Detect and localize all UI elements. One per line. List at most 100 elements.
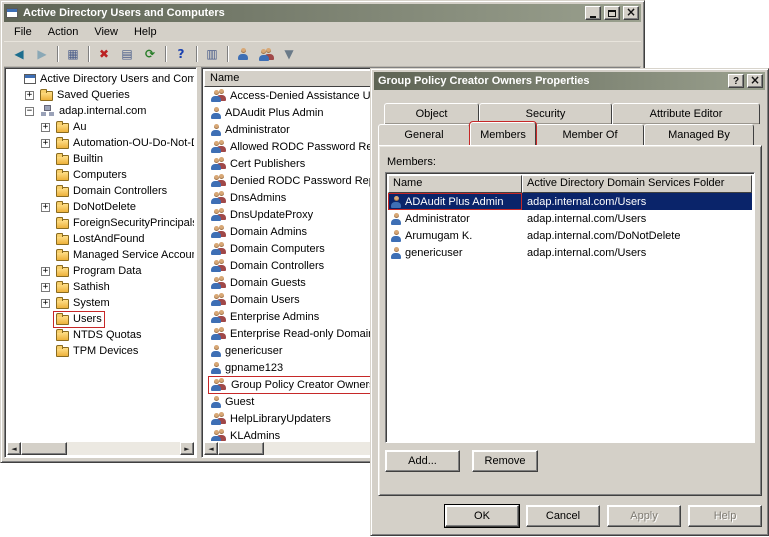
tab-general[interactable]: General [378,124,470,145]
tree-item-system[interactable]: +System [7,295,194,311]
tree-item-saved-queries[interactable]: +Saved Queries [7,87,194,103]
tree-item-ntds-quotas[interactable]: NTDS Quotas [7,327,194,343]
tab-member-of[interactable]: Member Of [536,124,644,145]
expand-toggle-icon[interactable]: − [25,107,34,116]
group-icon [211,327,226,340]
expand-toggle-icon[interactable]: + [41,139,50,148]
close-button[interactable] [623,6,639,20]
expand-toggle-icon[interactable]: + [41,283,50,292]
tree-item-lostandfound[interactable]: LostAndFound [7,231,194,247]
tree-scrollbar-track[interactable] [67,442,180,455]
tab-managed-by[interactable]: Managed By [644,124,754,145]
tree-horizontal-scrollbar[interactable] [7,442,194,455]
maximize-button[interactable] [604,6,620,20]
tree-item-label: TPM Devices [73,345,138,357]
menu-view[interactable]: View [86,24,126,40]
tree-item-managed-service-accounts[interactable]: Managed Service Accounts [7,247,194,263]
toolbar-forward-button[interactable]: ▶ [31,44,53,64]
tree-item-donotdelete[interactable]: +DoNotDelete [7,199,194,215]
cancel-button[interactable]: Cancel [526,505,600,527]
group-icon-figure [211,294,221,306]
toolbar-add-user-button[interactable] [232,44,254,64]
expand-toggle-icon[interactable]: + [41,123,50,132]
tree-item-tpm-devices[interactable]: TPM Devices [7,343,194,359]
member-row-adaudit-plus-admin[interactable]: ADAudit Plus Adminadap.internal.com/User… [388,193,752,210]
tree-scroll-left-button[interactable] [7,442,21,455]
toolbar-export-list-button[interactable]: ▥ [201,44,223,64]
members-name-column-header[interactable]: Name [388,175,522,193]
group-icon-figure [211,90,221,102]
dialog-title: Group Policy Creator Owners Properties [376,75,725,87]
remove-button[interactable]: Remove [472,450,538,472]
tab-object[interactable]: Object [384,103,479,124]
expand-toggle-icon[interactable]: + [41,299,50,308]
help-icon: ? [178,48,185,60]
title-bar[interactable]: Active Directory Users and Computers [4,4,641,22]
dialog-close-button[interactable] [747,74,763,88]
toolbar-refresh-button[interactable]: ⟳ [139,44,161,64]
tree-item-au[interactable]: +Au [7,119,194,135]
tree-item-domain-controllers[interactable]: Domain Controllers [7,183,194,199]
toolbar-show-console-tree-button[interactable]: ▦ [62,44,84,64]
toolbar-separator [227,46,228,62]
tree-item-foreignsecurityprincipals[interactable]: ForeignSecurityPrincipals [7,215,194,231]
toolbar-help-button[interactable]: ? [170,44,192,64]
member-row-arumugam-k[interactable]: Arumugam K.adap.internal.com/DoNotDelete [388,227,752,244]
tree-item-program-data[interactable]: +Program Data [7,263,194,279]
list-item-label: genericuser [225,345,282,357]
list-item-content: gpname123 [209,360,285,375]
tree-scroll-right-button[interactable] [180,442,194,455]
tree-item-users[interactable]: Users [7,311,194,327]
tab-members[interactable]: Members [470,122,536,146]
toolbar-delete-button[interactable]: ✖ [93,44,115,64]
list-scrollbar-thumb[interactable] [218,442,264,455]
tree-item-builtin[interactable]: Builtin [7,151,194,167]
tree-item-sathish[interactable]: +Sathish [7,279,194,295]
tree-item-label: Automation-OU-Do-Not-Delete [73,137,194,149]
tree-item-adap-internal-com[interactable]: −adap.internal.com [7,103,194,119]
tab-attribute-editor[interactable]: Attribute Editor [612,103,760,124]
tree-item-automation-ou-do-not-delete[interactable]: + Automation-OU-Do-Not-Delete [7,135,194,151]
member-row-genericuser[interactable]: genericuseradap.internal.com/Users [388,244,752,261]
minimize-button[interactable] [585,6,601,20]
members-folder-column-header[interactable]: Active Directory Domain Services Folder [522,175,752,193]
tab-security[interactable]: Security [479,103,612,124]
tree-item-active-directory-users-and-computers[interactable]: Active Directory Users and Computers [7,71,194,87]
help-button[interactable]: Help [688,505,762,527]
tree-node: Active Directory Users and Computers [22,72,194,87]
domain-icon [45,106,50,110]
menu-file[interactable]: File [6,24,40,40]
user-icon [211,362,221,374]
list-item-label: Domain Admins [230,226,307,238]
dialog-title-bar[interactable]: Group Policy Creator Owners Properties [374,72,765,90]
menu-action[interactable]: Action [40,24,87,40]
toolbar-set-filter-button[interactable]: ▼ [278,44,300,64]
add-button[interactable]: Add... [385,450,460,472]
expand-toggle-icon[interactable]: + [41,203,50,212]
member-name-label: Administrator [405,213,470,225]
dialog-help-button[interactable] [728,74,744,88]
group-icon-figure [211,413,221,425]
tab-control: ObjectSecurityAttribute Editor GeneralMe… [378,103,762,496]
toolbar-back-button[interactable]: ◀ [8,44,30,64]
user-icon [391,247,401,259]
tree-item-computers[interactable]: Computers [7,167,194,183]
folder-icon [40,91,53,101]
tree-item-label: NTDS Quotas [73,329,141,341]
group-icon-figure [211,243,221,255]
toolbar-properties-button[interactable]: ▤ [116,44,138,64]
member-rows: ADAudit Plus Adminadap.internal.com/User… [388,193,752,261]
list-item-label: DnsAdmins [230,192,286,204]
member-row-administrator[interactable]: Administratoradap.internal.com/Users [388,210,752,227]
toolbar-add-group-button[interactable] [255,44,277,64]
tree-scrollbar-thumb[interactable] [21,442,67,455]
expand-toggle-icon[interactable]: + [25,91,34,100]
list-scroll-left-button[interactable] [204,442,218,455]
close-icon [750,75,760,87]
ok-button[interactable]: OK [445,505,519,527]
list-item-label: Domain Users [230,294,300,306]
menu-help[interactable]: Help [126,24,165,40]
apply-button[interactable]: Apply [607,505,681,527]
expand-toggle-icon[interactable]: + [41,267,50,276]
list-item-content: Domain Controllers [209,258,326,273]
